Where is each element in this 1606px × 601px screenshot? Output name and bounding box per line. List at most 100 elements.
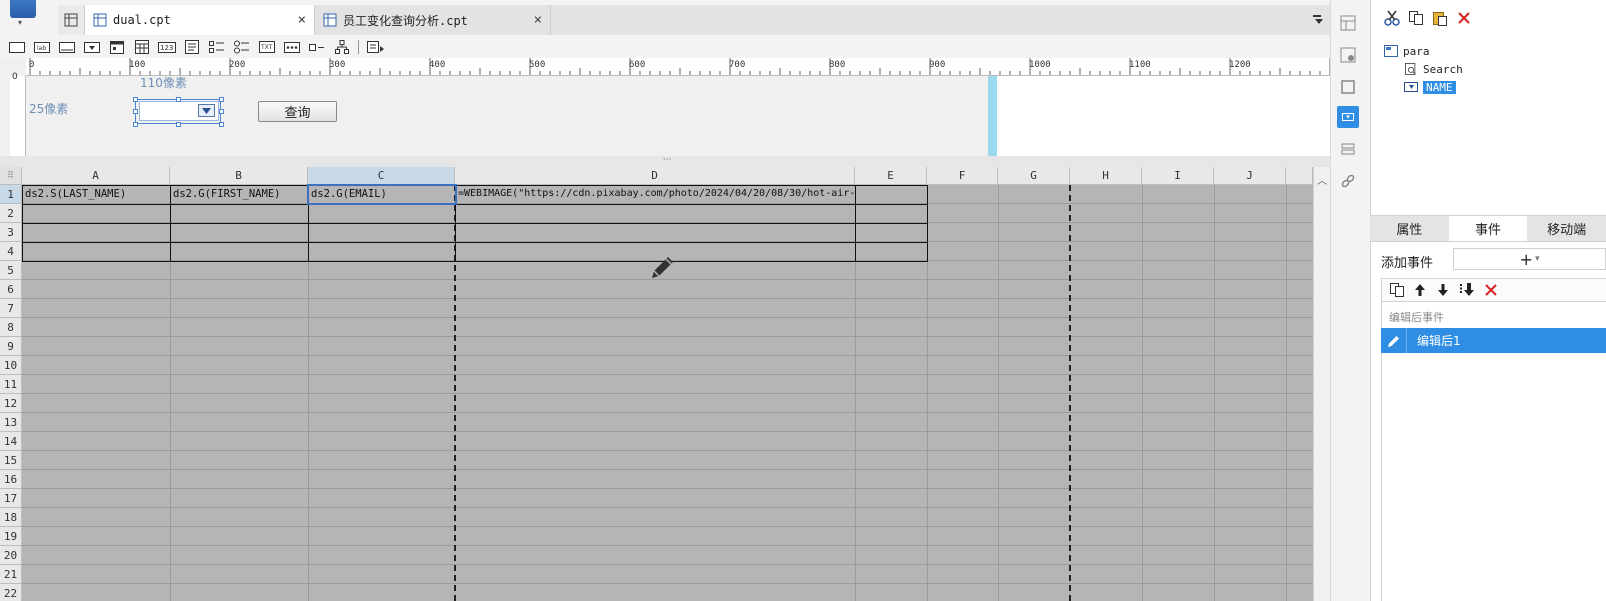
- column-header[interactable]: F: [927, 167, 998, 185]
- column-header[interactable]: H: [1070, 167, 1142, 185]
- cell-d1[interactable]: =WEBIMAGE("https://cdn.pixabay.com/photo…: [455, 184, 855, 203]
- data-binding-icon[interactable]: [1337, 138, 1359, 160]
- row-header[interactable]: 9: [0, 337, 22, 356]
- move-up-icon[interactable]: [1413, 283, 1427, 297]
- resize-handle[interactable]: [219, 97, 224, 102]
- frame-icon[interactable]: [1337, 76, 1359, 98]
- report-grid[interactable]: ⠿ A B C D E F G H I J 1 2 3 4 5 6 7 8 9 10 11 12 13 1…: [0, 167, 1330, 601]
- password-widget-icon[interactable]: [281, 39, 302, 55]
- resize-handle[interactable]: [176, 122, 181, 127]
- widget-settings-icon[interactable]: [1337, 44, 1359, 66]
- resize-handle[interactable]: [219, 122, 224, 127]
- row-header[interactable]: 11: [0, 375, 22, 394]
- row-header[interactable]: 1: [0, 185, 22, 204]
- add-event-button[interactable]: + ▾: [1453, 248, 1606, 270]
- row-header[interactable]: 10: [0, 356, 22, 375]
- column-header[interactable]: J: [1214, 167, 1286, 185]
- tab-properties[interactable]: 属性: [1370, 216, 1449, 241]
- row-header[interactable]: 13: [0, 413, 22, 432]
- row-header[interactable]: 18: [0, 508, 22, 527]
- move-bottom-icon[interactable]: [1459, 282, 1475, 298]
- tab-dual[interactable]: dual.cpt ×: [85, 5, 315, 35]
- cell-a1[interactable]: ds2.S(LAST_NAME): [22, 185, 170, 204]
- column-header[interactable]: I: [1142, 167, 1214, 185]
- tab-bar: ▾ dual.cpt × 员工变化查询分析.cpt ×: [0, 0, 1334, 36]
- column-header[interactable]: D: [455, 167, 855, 185]
- resize-handle[interactable]: [133, 122, 138, 127]
- column-header[interactable]: C: [308, 167, 455, 185]
- copy-icon[interactable]: [1390, 283, 1404, 297]
- save-icon[interactable]: [10, 0, 36, 18]
- row-header[interactable]: 19: [0, 527, 22, 546]
- close-icon[interactable]: ×: [298, 12, 306, 28]
- row-header[interactable]: 4: [0, 242, 22, 261]
- row-header[interactable]: 6: [0, 280, 22, 299]
- chevron-down-icon: ▾: [1534, 254, 1540, 264]
- label-widget-icon[interactable]: [6, 39, 27, 55]
- tree-node-name[interactable]: NAME: [1384, 78, 1463, 96]
- vertical-scrollbar[interactable]: [1313, 167, 1330, 601]
- scroll-up-icon[interactable]: ︿: [1317, 172, 1327, 187]
- row-header[interactable]: 20: [0, 546, 22, 565]
- textarea-widget-icon[interactable]: [181, 39, 202, 55]
- row-header[interactable]: 7: [0, 299, 22, 318]
- row-header[interactable]: 15: [0, 451, 22, 470]
- copy-icon[interactable]: [1408, 10, 1424, 26]
- grid-menu-icon[interactable]: [58, 5, 85, 35]
- move-down-icon[interactable]: [1436, 283, 1450, 297]
- text-area-box-icon[interactable]: TXT: [256, 39, 277, 55]
- row-header[interactable]: 17: [0, 489, 22, 508]
- row-header[interactable]: 12: [0, 394, 22, 413]
- cell-b1[interactable]: ds2.G(FIRST_NAME): [170, 185, 308, 204]
- row-header[interactable]: 8: [0, 318, 22, 337]
- text-widget-icon[interactable]: lab: [31, 39, 52, 55]
- row-header[interactable]: 14: [0, 432, 22, 451]
- cut-icon[interactable]: [1384, 10, 1400, 26]
- resize-handle[interactable]: [133, 109, 138, 114]
- textbox-widget-icon[interactable]: [56, 39, 77, 55]
- tree-node-search[interactable]: Search: [1384, 60, 1463, 78]
- resize-handle[interactable]: [219, 109, 224, 114]
- tab-mobile[interactable]: 移动端: [1527, 216, 1606, 241]
- combo-properties-icon[interactable]: [1337, 106, 1359, 128]
- query-button[interactable]: 查询: [258, 101, 337, 122]
- row-header[interactable]: 21: [0, 565, 22, 584]
- panel-splitter[interactable]: ···: [0, 156, 1334, 167]
- column-header[interactable]: E: [855, 167, 927, 185]
- paste-icon[interactable]: [1432, 10, 1448, 26]
- calendar-widget-icon[interactable]: [131, 39, 152, 55]
- row-header[interactable]: 16: [0, 470, 22, 489]
- link-icon[interactable]: [1337, 170, 1359, 192]
- widget-layout-icon[interactable]: [1337, 12, 1359, 34]
- chevron-down-icon[interactable]: [198, 104, 215, 117]
- tree-node-para[interactable]: para: [1384, 42, 1463, 60]
- column-header[interactable]: B: [170, 167, 308, 185]
- combo-widget-icon[interactable]: [81, 39, 102, 55]
- row-header[interactable]: 3: [0, 223, 22, 242]
- resize-handle[interactable]: [133, 97, 138, 102]
- column-header[interactable]: A: [22, 167, 170, 185]
- date-widget-icon[interactable]: [106, 39, 127, 55]
- edit-icon[interactable]: [1381, 328, 1407, 353]
- grid-corner-icon[interactable]: ⠿: [0, 167, 22, 185]
- tab-events[interactable]: 事件: [1448, 216, 1528, 241]
- chevron-down-icon[interactable]: ▾: [18, 18, 22, 27]
- event-item[interactable]: 编辑后1: [1381, 328, 1606, 353]
- delete-icon[interactable]: [1456, 10, 1472, 26]
- checkgroup-widget-icon[interactable]: [206, 39, 227, 55]
- delete-icon[interactable]: [1484, 283, 1498, 297]
- number-widget-icon[interactable]: 123: [156, 39, 177, 55]
- selected-cell-outline[interactable]: [307, 184, 457, 205]
- tree-widget-icon[interactable]: [331, 39, 352, 55]
- row-header[interactable]: 2: [0, 204, 22, 223]
- row-header[interactable]: 22: [0, 584, 22, 601]
- resize-handle[interactable]: [176, 97, 181, 102]
- panel-resize-handle[interactable]: [988, 76, 997, 156]
- row-header[interactable]: 5: [0, 261, 22, 280]
- tab-employee-analysis[interactable]: 员工变化查询分析.cpt ×: [315, 5, 551, 35]
- column-header[interactable]: G: [998, 167, 1070, 185]
- radiogroup-widget-icon[interactable]: [231, 39, 252, 55]
- checkbox-widget-icon[interactable]: [306, 39, 327, 55]
- list-widget-icon[interactable]: [365, 39, 386, 55]
- close-icon[interactable]: ×: [534, 12, 542, 28]
